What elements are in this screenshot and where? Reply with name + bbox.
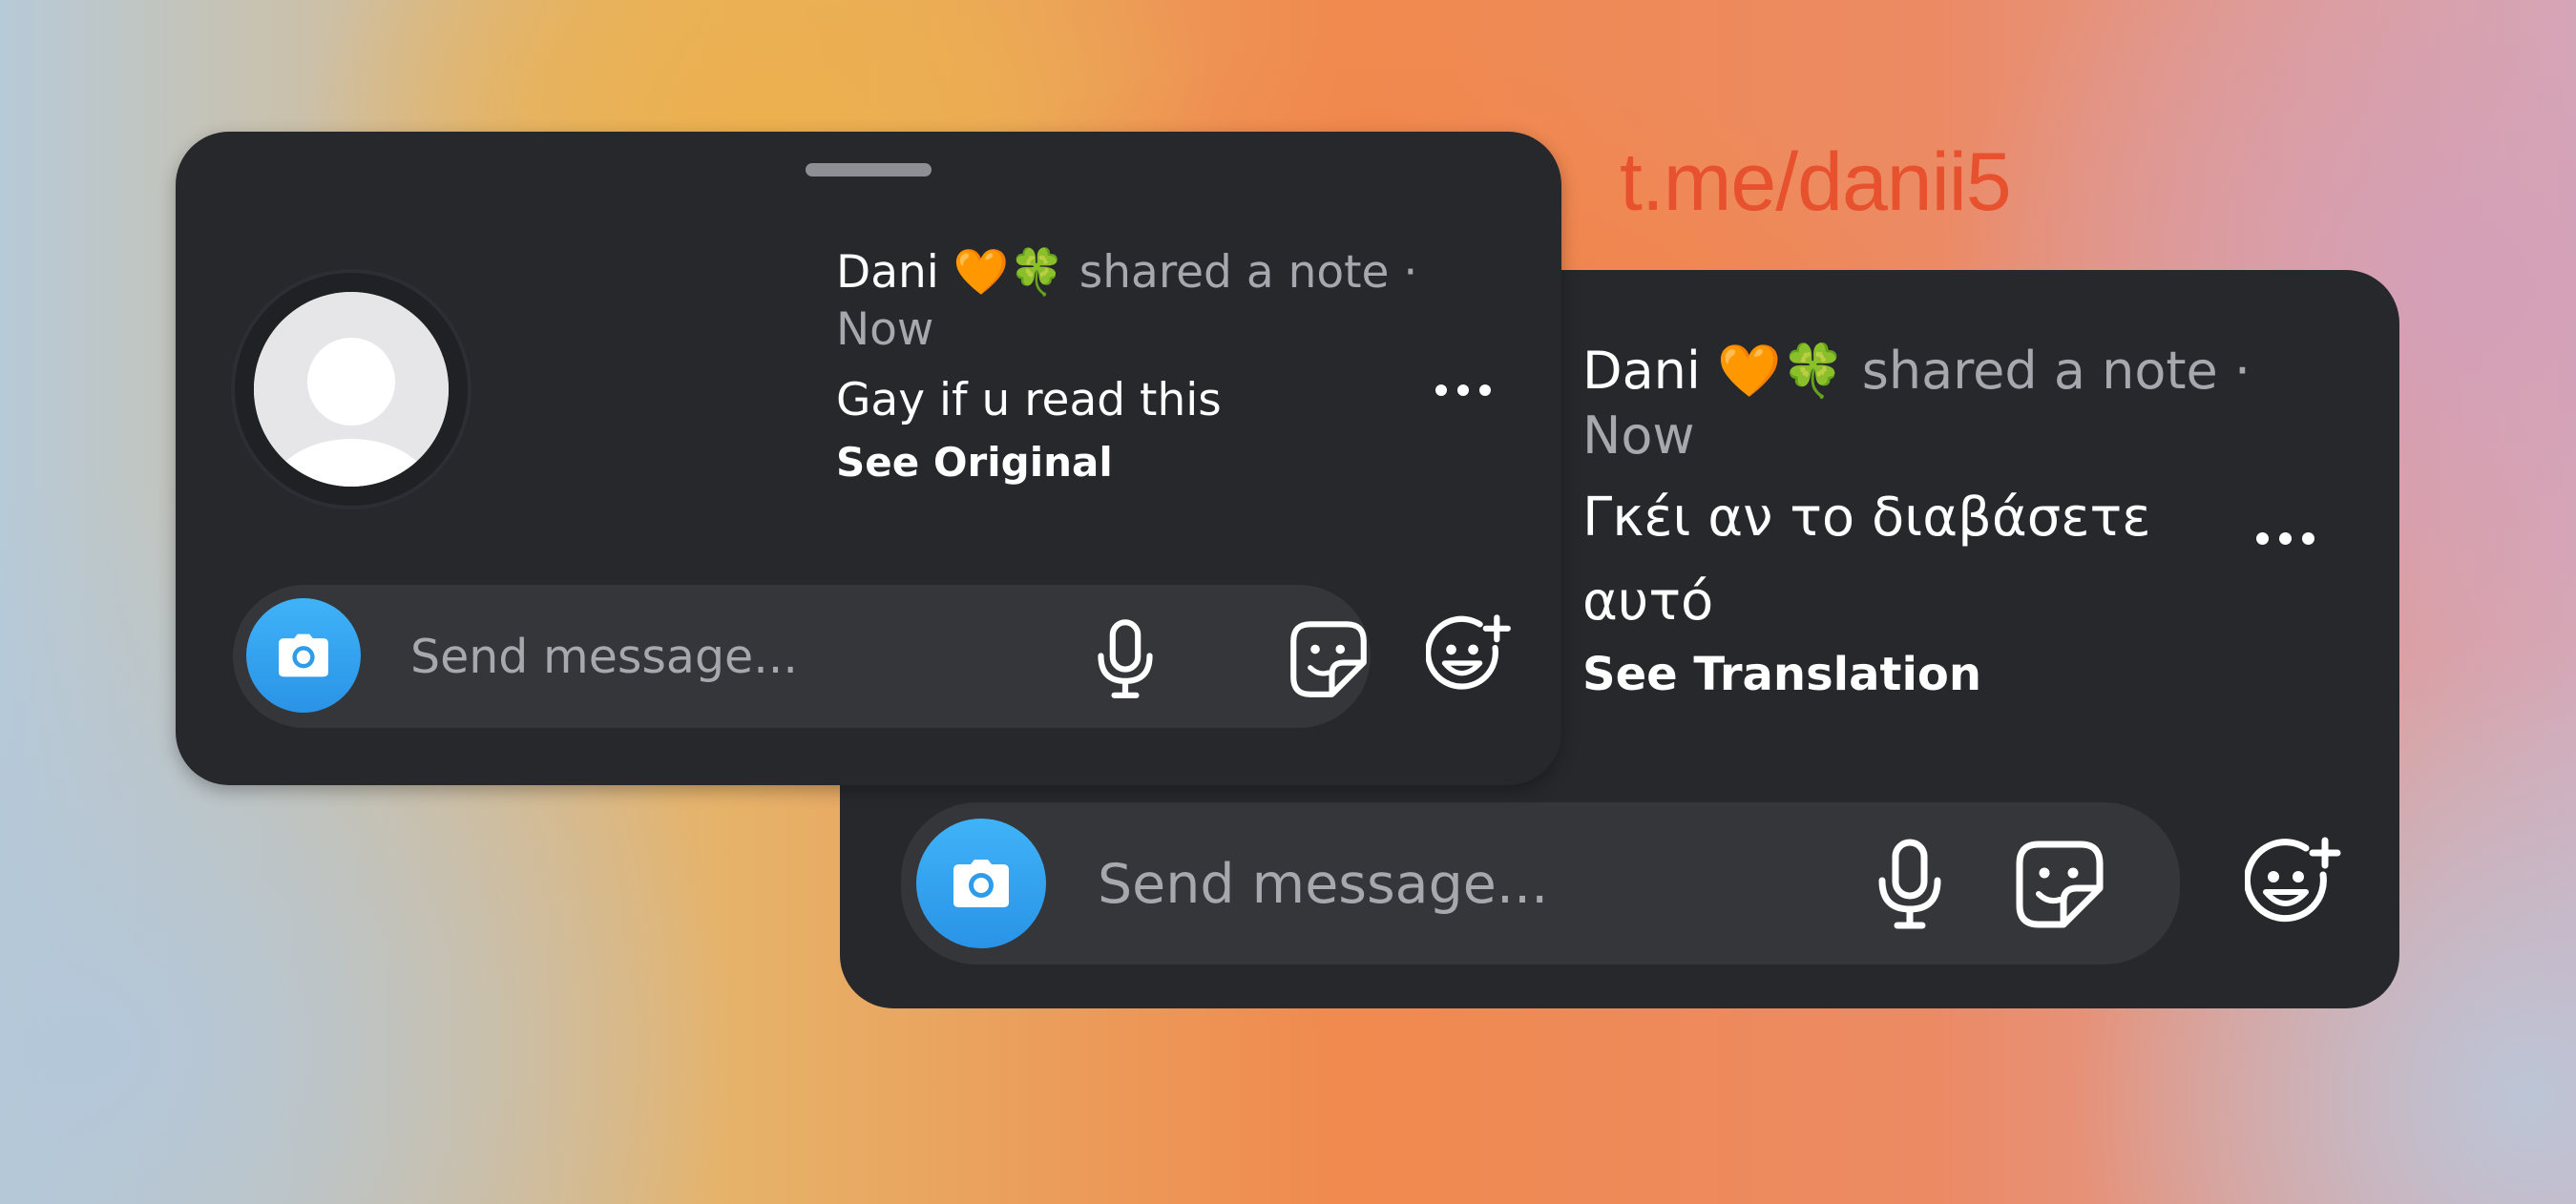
avatar[interactable] [235,273,468,506]
note-text: Gay if u read this [836,374,1222,426]
see-original-button[interactable]: See Original [836,439,1466,486]
more-dot [2279,532,2292,545]
more-options-button[interactable] [1435,384,1491,396]
more-dot [2256,532,2269,545]
more-dot [1435,384,1447,396]
watermark-text: t.me/danii5 [1620,136,2012,228]
author-name[interactable]: Dani 🧡🍀 [836,246,1065,299]
camera-button[interactable] [246,598,361,713]
note-content: Dani 🧡🍀 shared a note · Now Gay if u rea… [836,244,1466,486]
camera-icon [279,633,328,677]
more-dot [2302,532,2314,545]
more-dot [1457,384,1469,396]
sticker-icon[interactable] [1288,619,1369,699]
message-input[interactable]: Send message... [1098,852,1548,917]
note-header: Dani 🧡🍀 shared a note · Now [1582,339,2289,468]
note-text: Γκέι αν το διαβάσετε αυτό [1582,487,2151,633]
microphone-icon[interactable] [1874,837,1945,932]
message-composer: Send message... [233,585,1371,728]
more-options-button[interactable] [2256,532,2314,545]
add-reaction-icon[interactable] [1426,612,1514,700]
add-reaction-icon[interactable] [2245,835,2344,934]
camera-icon [953,860,1009,907]
microphone-icon[interactable] [1094,617,1157,701]
note-header: Dani 🧡🍀 shared a note · Now [836,244,1466,359]
original-note-card: Dani 🧡🍀 shared a note · Now Gay if u rea… [176,132,1561,785]
drag-handle[interactable] [806,163,932,176]
sticker-icon[interactable] [2014,839,2105,930]
camera-button[interactable] [916,819,1046,948]
note-content: Dani 🧡🍀 shared a note · Now Γκέι αν το δ… [1582,339,2289,701]
default-user-avatar-icon [254,292,449,487]
author-name[interactable]: Dani 🧡🍀 [1582,341,1846,401]
message-composer: Send message... [901,802,2180,965]
message-input[interactable]: Send message... [410,629,798,686]
more-dot [1479,384,1491,396]
see-translation-button[interactable]: See Translation [1582,648,2289,701]
